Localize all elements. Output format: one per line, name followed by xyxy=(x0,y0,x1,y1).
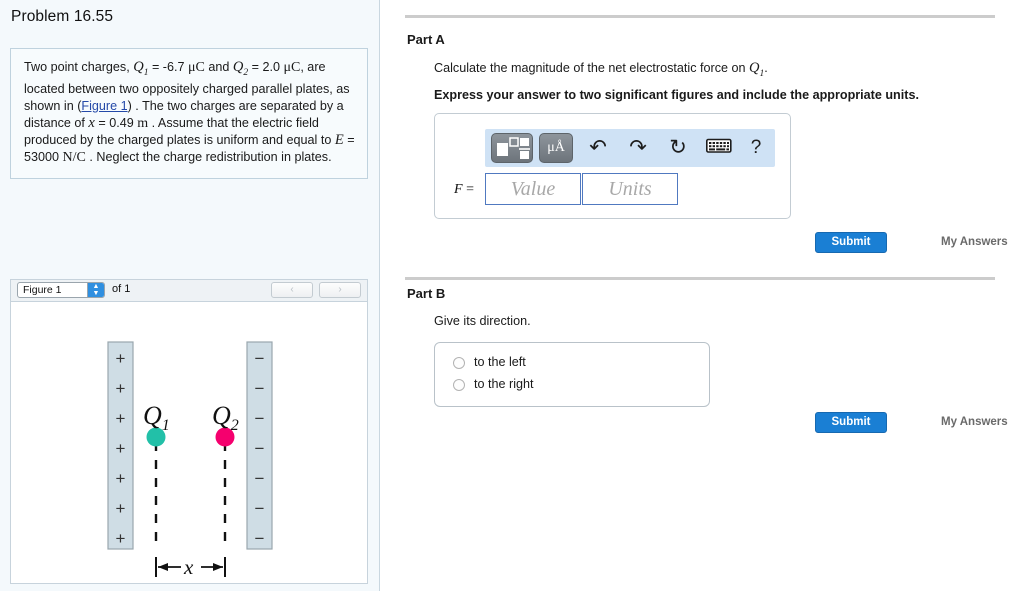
figure-select-value: Figure 1 xyxy=(23,284,62,296)
help-icon[interactable]: ? xyxy=(745,135,767,161)
plate-sign: + xyxy=(116,409,126,428)
plate-sign: + xyxy=(116,499,126,518)
part-b-answer-box: to the left to the right xyxy=(434,342,710,407)
plate-sign: + xyxy=(116,469,126,488)
newton-per-coulomb-unit: N/C xyxy=(62,149,86,165)
redo-icon[interactable]: ↷ xyxy=(625,135,651,161)
math-template-glyph xyxy=(497,137,530,159)
figure-select[interactable]: Figure 1 ▲ ▼ xyxy=(17,282,105,298)
problem-text-p5: . Neglect the charge redistribution in p… xyxy=(85,149,332,164)
part-a-submit-button[interactable]: Submit xyxy=(815,232,887,253)
efield-symbol: E xyxy=(334,132,344,149)
dimension-label: x xyxy=(183,555,194,579)
dimension-arrow-right xyxy=(213,563,223,571)
problem-text-p1: Two point charges, xyxy=(24,60,134,74)
undo-icon[interactable]: ↶ xyxy=(585,135,611,161)
part-a-prompt: Calculate the magnitude of the net elect… xyxy=(434,60,768,79)
part-a-prompt-symbol: Q1 xyxy=(749,60,765,79)
units-input[interactable]: Units xyxy=(582,173,678,205)
problem-text-eq1: = -6.7 xyxy=(148,60,189,74)
right-panel: Part A Calculate the magnitude of the ne… xyxy=(381,0,1010,591)
problem-statement-text: Two point charges, Q1 = -6.7 μC and Q2 =… xyxy=(24,59,355,166)
dimension-arrow-left xyxy=(158,563,168,571)
part-a-instruction: Express your answer to two significant f… xyxy=(434,88,919,102)
meter-unit: m xyxy=(137,115,149,131)
stepper-updown-icon[interactable]: ▲ ▼ xyxy=(87,283,104,297)
part-a-my-answers[interactable]: My Answers xyxy=(941,236,1008,248)
figure-toolbar: Figure 1 ▲ ▼ of 1 ‹ › xyxy=(11,280,367,302)
problem-statement-box: Two point charges, Q1 = -6.7 μC and Q2 =… xyxy=(10,48,368,180)
units-button[interactable]: μÅ xyxy=(539,133,573,163)
figure-next-button[interactable]: › xyxy=(319,282,361,298)
part-a-heading: Part A xyxy=(407,32,445,47)
radio-label: to the left xyxy=(474,355,526,369)
physics-diagram: + + + + + + + − − − − − − − Q1 Q2 x xyxy=(107,341,273,579)
charge2-label: Q2 xyxy=(212,401,239,434)
charge1-label: Q1 xyxy=(143,401,170,434)
page-title: Problem 16.55 xyxy=(11,8,114,25)
plate-sign: + xyxy=(116,529,126,548)
figure-panel: Figure 1 ▲ ▼ of 1 ‹ › + + + + + + + − − − − − − − xyxy=(10,279,368,584)
part-b-divider xyxy=(405,277,995,280)
microcoulomb-unit-1: μC xyxy=(188,60,205,75)
problem-text-eq3: = 0.49 xyxy=(94,115,138,130)
part-a-prompt-text: Calculate the magnitude of the net elect… xyxy=(434,61,750,75)
part-a-prompt-period: . xyxy=(764,61,768,75)
math-toolbar: μÅ ↶ ↷ ↻ ? xyxy=(485,129,775,167)
math-template-icon[interactable] xyxy=(491,133,533,163)
radio-button-icon[interactable] xyxy=(453,357,465,369)
plate-sign: − xyxy=(255,499,265,518)
figure-count-label: of 1 xyxy=(112,283,131,295)
value-input[interactable]: Value xyxy=(485,173,581,205)
part-b-prompt: Give its direction. xyxy=(434,314,531,328)
radio-button-icon[interactable] xyxy=(453,379,465,391)
part-a-divider xyxy=(405,15,995,18)
plate-sign: + xyxy=(116,439,126,458)
plate-sign: + xyxy=(116,349,126,368)
problem-text-mid: and xyxy=(204,60,233,74)
part-b-submit-button[interactable]: Submit xyxy=(815,412,887,433)
keyboard-icon[interactable] xyxy=(704,138,734,159)
part-a-answer-box: μÅ ↶ ↷ ↻ ? F = Value Units xyxy=(434,113,791,219)
plate-sign: − xyxy=(255,379,265,398)
radio-label: to the right xyxy=(474,377,534,391)
figure-prev-button[interactable]: ‹ xyxy=(271,282,313,298)
reset-icon[interactable]: ↻ xyxy=(665,135,691,161)
part-b-heading: Part B xyxy=(407,286,446,301)
plate-sign: − xyxy=(255,439,265,458)
plate-sign: − xyxy=(255,469,265,488)
plate-sign: + xyxy=(116,379,126,398)
charge2-symbol: Q2 xyxy=(232,59,249,78)
charge1-symbol: Q1 xyxy=(133,59,149,78)
part-b-my-answers[interactable]: My Answers xyxy=(941,416,1008,428)
force-symbol: F xyxy=(454,182,463,197)
force-field-label: F = xyxy=(454,182,474,198)
force-equals: = xyxy=(462,182,474,197)
plate-sign: − xyxy=(255,529,265,548)
keyboard-glyph xyxy=(706,138,732,153)
figure-1-link[interactable]: Figure 1 xyxy=(81,99,127,113)
plate-sign: − xyxy=(255,349,265,368)
left-panel: Problem 16.55 Two point charges, Q1 = -6… xyxy=(0,0,380,591)
problem-page: Problem 16.55 Two point charges, Q1 = -6… xyxy=(0,0,1010,591)
problem-text-eq2: = 2.0 xyxy=(248,60,284,74)
microcoulomb-unit-2: μC xyxy=(283,60,301,75)
plate-sign: − xyxy=(255,409,265,428)
